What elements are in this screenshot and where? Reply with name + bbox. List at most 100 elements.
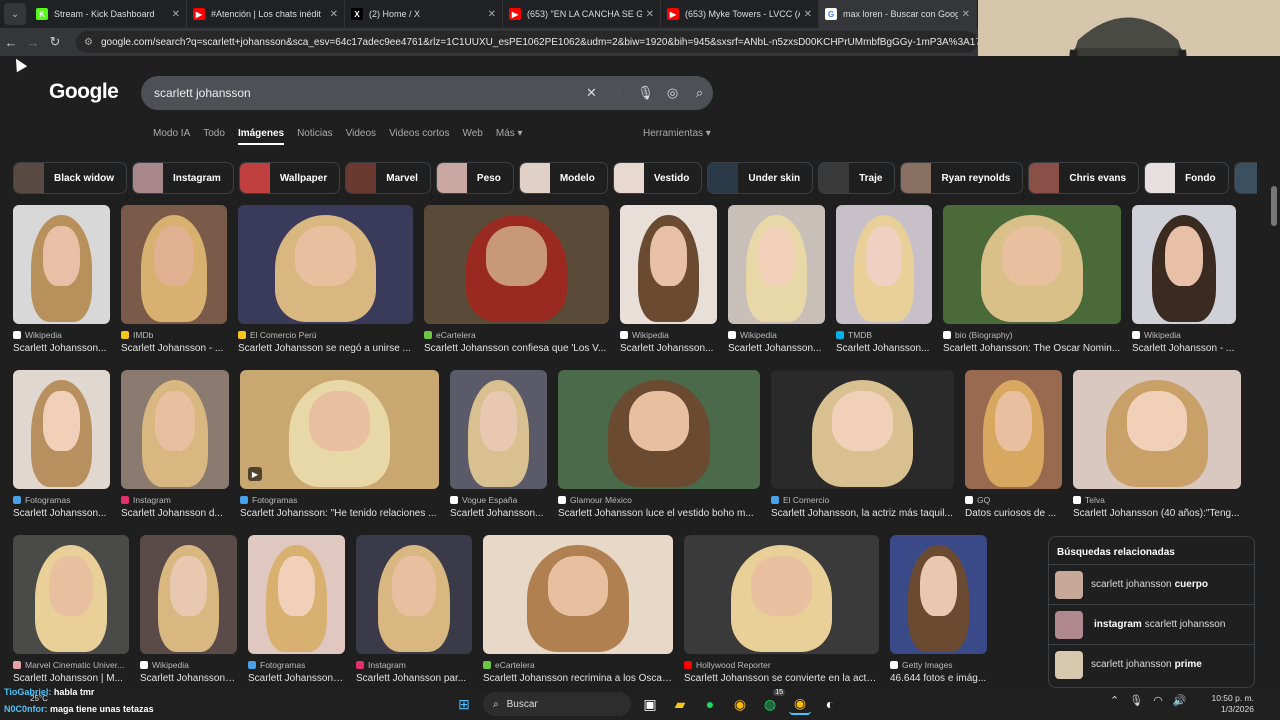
tab-search-button[interactable]: ⌄	[4, 3, 26, 25]
result-image[interactable]: ▶	[240, 370, 439, 489]
microphone-icon[interactable]: 🎙	[632, 85, 659, 101]
volume-icon[interactable]: 🔊	[1173, 694, 1187, 707]
result-image[interactable]	[943, 205, 1121, 324]
result-caption[interactable]: Scarlett Johansson - ...	[140, 673, 237, 684]
result-image[interactable]	[558, 370, 760, 489]
result-caption[interactable]: Datos curiosos de ...	[965, 508, 1062, 519]
browser-tab[interactable]: K Stream - Kick Dashboard ✕	[30, 0, 187, 28]
result-image[interactable]	[450, 370, 547, 489]
result-caption[interactable]: Scarlett Johansson...	[13, 343, 110, 354]
result-image[interactable]	[684, 535, 879, 654]
result-caption[interactable]: Scarlett Johansson (40 años):"Teng...	[1073, 508, 1241, 519]
back-icon[interactable]: ←	[0, 35, 22, 50]
related-search-item[interactable]: instagram scarlett johansson	[1049, 604, 1254, 644]
suggestion-chip[interactable]: Under skin	[707, 162, 814, 194]
browser-tab[interactable]: Gmax loren - Buscar con Google ✕	[819, 0, 977, 28]
result-image[interactable]	[1132, 205, 1236, 324]
image-result[interactable]: El Comercio Perú Scarlett Johansson se ne…	[238, 205, 413, 354]
suggestion-chip[interactable]: Modelo	[518, 162, 608, 194]
image-result[interactable]: eCartelera Scarlett Johansson confiesa qu…	[424, 205, 609, 354]
close-icon[interactable]: ✕	[172, 9, 180, 20]
windows-start-icon[interactable]: ⊞	[453, 693, 475, 715]
taskbar-clock[interactable]: 10:50 p. m. 1/3/2026	[1206, 693, 1254, 715]
result-caption[interactable]: Scarlett Johansson: The Oscar Nomin...	[943, 343, 1121, 354]
image-result[interactable]: Getty Images 46.644 fotos e imág...	[890, 535, 987, 684]
result-caption[interactable]: Scarlett Johansson se negó a unirse ...	[238, 343, 413, 354]
reload-icon[interactable]: ↻	[44, 34, 66, 50]
whatsapp-icon[interactable]: ◍ 15	[759, 689, 785, 715]
image-result[interactable]: Wikipedia Scarlett Johansson...	[13, 205, 110, 354]
result-caption[interactable]: Scarlett Johansson - ...	[121, 343, 227, 354]
page-scrollbar[interactable]	[1268, 170, 1280, 690]
result-caption[interactable]: Scarlett Johansson...	[450, 508, 547, 519]
result-caption[interactable]: Scarlett Johansson...	[728, 343, 825, 354]
result-image[interactable]	[13, 370, 110, 489]
chrome-active-icon[interactable]: ◉	[789, 693, 811, 715]
browser-tab[interactable]: ▶ (653) Myke Towers - LVCC (Auc ✕	[661, 0, 819, 28]
image-result[interactable]: Instagram Scarlett Johansson par...	[356, 535, 472, 684]
result-image[interactable]	[728, 205, 825, 324]
result-caption[interactable]: Scarlett Johansson par...	[356, 673, 472, 684]
image-result[interactable]: Hollywood Reporter Scarlett Johansson se …	[684, 535, 879, 684]
file-explorer-icon[interactable]: ▰	[669, 693, 691, 715]
spotify-icon[interactable]: ●	[699, 693, 721, 715]
tab-más-[interactable]: Más ▾	[496, 128, 523, 145]
image-result[interactable]: Vogue España Scarlett Johansson...	[450, 370, 547, 519]
image-result[interactable]: El Comercio Scarlett Johansson, la actriz…	[771, 370, 954, 519]
image-result[interactable]: Wikipedia Scarlett Johansson - ...	[1132, 205, 1236, 354]
result-image[interactable]	[965, 370, 1062, 489]
image-result[interactable]: Wikipedia Scarlett Johansson...	[620, 205, 717, 354]
image-result[interactable]: ▶ Fotogramas Scarlett Johansson: "He tenid…	[240, 370, 439, 519]
image-result[interactable]: Instagram Scarlett Johansson d...	[121, 370, 229, 519]
search-input[interactable]: scarlett johansson	[154, 86, 578, 100]
related-search-item[interactable]: scarlett johansson prime	[1049, 644, 1254, 684]
result-image[interactable]	[620, 205, 717, 324]
forward-icon[interactable]: →	[22, 35, 44, 50]
suggestion-chip[interactable]: Instagram	[132, 162, 234, 194]
image-result[interactable]: Wikipedia Scarlett Johansson - ...	[140, 535, 237, 684]
network-icon[interactable]: ◠	[1153, 694, 1163, 707]
result-image[interactable]	[121, 205, 227, 324]
result-image[interactable]	[13, 205, 110, 324]
image-result[interactable]: GQ Datos curiosos de ...	[965, 370, 1062, 519]
result-caption[interactable]: Scarlett Johansson | M...	[13, 673, 129, 684]
suggestion-chip[interactable]: Avenger	[1233, 162, 1257, 194]
browser-tab[interactable]: X (2) Home / X ✕	[345, 0, 503, 28]
image-result[interactable]: TMDB Scarlett Johansson...	[836, 205, 932, 354]
taskbar-search[interactable]: ⌕ Buscar	[483, 692, 631, 716]
result-caption[interactable]: Scarlett Johansson luce el vestido boho …	[558, 508, 760, 519]
tab-todo[interactable]: Todo	[203, 128, 225, 145]
result-image[interactable]	[238, 205, 413, 324]
result-caption[interactable]: Scarlett Johansson, la actriz más taquil…	[771, 508, 954, 519]
result-image[interactable]	[1073, 370, 1241, 489]
result-image[interactable]	[483, 535, 673, 654]
result-image[interactable]	[890, 535, 987, 654]
suggestion-chip[interactable]: Chris evans	[1028, 162, 1140, 194]
camera-lens-icon[interactable]: ◎	[659, 85, 686, 101]
result-image[interactable]	[424, 205, 609, 324]
close-icon[interactable]: ✕	[488, 9, 496, 20]
tab-web[interactable]: Web	[462, 128, 482, 145]
close-icon[interactable]: ✕	[962, 9, 970, 20]
tools-button[interactable]: Herramientas ▾	[643, 128, 711, 139]
result-caption[interactable]: Scarlett Johansson - ...	[1132, 343, 1236, 354]
browser-tab[interactable]: ▶ #Atención | Los chats inédit ✕	[187, 0, 345, 28]
result-image[interactable]	[248, 535, 345, 654]
suggestion-chip[interactable]: Fondo	[1144, 162, 1229, 194]
tab-videos[interactable]: Videos	[346, 128, 376, 145]
result-caption[interactable]: Scarlett Johansson: "He tenido relacione…	[240, 508, 439, 519]
tab-noticias[interactable]: Noticias	[297, 128, 333, 145]
image-result[interactable]: bio (Biography) Scarlett Johansson: The O…	[943, 205, 1121, 354]
image-result[interactable]: Telva Scarlett Johansson (40 años):"Teng.…	[1073, 370, 1241, 519]
image-result[interactable]: Wikipedia Scarlett Johansson...	[728, 205, 825, 354]
result-caption[interactable]: Scarlett Johansson: ...	[248, 673, 345, 684]
task-view-icon[interactable]: ▣	[639, 693, 661, 715]
result-caption[interactable]: Scarlett Johansson d...	[121, 508, 229, 519]
result-image[interactable]	[140, 535, 237, 654]
image-result[interactable]: eCartelera Scarlett Johansson recrimina a…	[483, 535, 673, 684]
result-caption[interactable]: Scarlett Johansson se convierte en la ac…	[684, 673, 879, 684]
result-caption[interactable]: Scarlett Johansson confiesa que 'Los V..…	[424, 343, 609, 354]
image-result[interactable]: Fotogramas Scarlett Johansson: ...	[248, 535, 345, 684]
close-icon[interactable]: ✕	[646, 9, 654, 20]
result-caption[interactable]: Scarlett Johansson...	[620, 343, 717, 354]
